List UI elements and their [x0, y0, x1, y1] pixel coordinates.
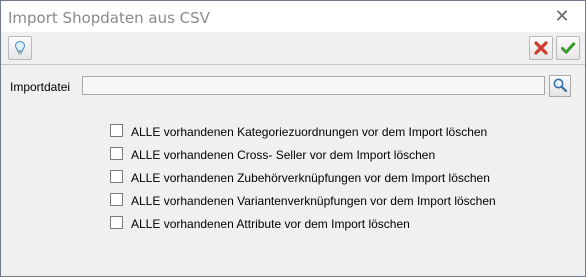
option-label: ALLE vorhandenen Zubehörverknüpfungen vo… [131, 170, 490, 185]
option-delete-variant-links[interactable]: ALLE vorhandenen Variantenverknüpfungen … [110, 189, 496, 212]
option-label: ALLE vorhandenen Kategoriezuordnungen vo… [131, 124, 488, 139]
confirm-button[interactable] [556, 36, 580, 60]
title-bar: Import Shopdaten aus CSV ✕ [1, 1, 585, 32]
checkbox[interactable] [110, 147, 123, 160]
window-title: Import Shopdaten aus CSV [8, 9, 210, 27]
delete-options-group: ALLE vorhandenen Kategoriezuordnungen vo… [110, 120, 496, 235]
close-button[interactable]: ✕ [553, 6, 571, 27]
cancel-button[interactable] [529, 36, 553, 60]
confirm-icon [560, 40, 576, 56]
lightbulb-icon [12, 40, 28, 56]
import-file-row: Importdatei [1, 75, 585, 101]
browse-button[interactable] [549, 75, 571, 97]
import-dialog-window: Import Shopdaten aus CSV ✕ Importdatei A… [0, 0, 586, 277]
checkbox[interactable] [110, 170, 123, 183]
option-delete-cross-sellers[interactable]: ALLE vorhandenen Cross- Seller vor dem I… [110, 143, 496, 166]
option-label: ALLE vorhandenen Cross- Seller vor dem I… [131, 147, 436, 162]
magnifier-icon [552, 77, 568, 96]
cancel-icon [533, 40, 549, 56]
checkbox[interactable] [110, 193, 123, 206]
option-delete-accessory-links[interactable]: ALLE vorhandenen Zubehörverknüpfungen vo… [110, 166, 496, 189]
toolbar [1, 33, 585, 65]
import-file-label: Importdatei [10, 80, 71, 94]
hint-button[interactable] [8, 36, 32, 60]
checkbox[interactable] [110, 216, 123, 229]
import-file-input[interactable] [82, 76, 545, 95]
option-label: ALLE vorhandenen Variantenverknüpfungen … [131, 193, 496, 208]
option-label: ALLE vorhandenen Attribute vor dem Impor… [131, 216, 410, 231]
checkbox[interactable] [110, 124, 123, 137]
option-delete-attributes[interactable]: ALLE vorhandenen Attribute vor dem Impor… [110, 212, 496, 235]
option-delete-category-assignments[interactable]: ALLE vorhandenen Kategoriezuordnungen vo… [110, 120, 496, 143]
